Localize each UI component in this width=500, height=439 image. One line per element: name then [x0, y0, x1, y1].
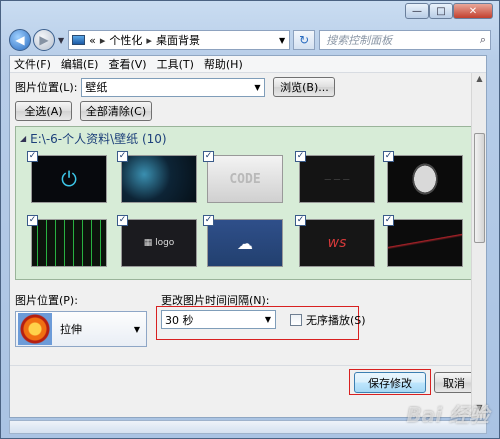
red-line-wallpaper-image [387, 219, 463, 267]
control-panel-icon [72, 35, 86, 45]
refresh-button[interactable]: ↻ [293, 30, 316, 50]
search-icon[interactable]: ⌕ [480, 33, 486, 47]
windows-logo-wallpaper-image: ▦ logo [121, 219, 197, 267]
thumbnail-checkbox[interactable]: ✓ [383, 215, 394, 226]
thumbnail-checkbox[interactable]: ✓ [203, 151, 214, 162]
location-row: 图片位置(L): 壁纸 ▼ 浏览(B)... [15, 77, 336, 97]
search-input[interactable]: 搜索控制面板 ⌕ [319, 30, 491, 50]
select-all-button[interactable]: 全选(A) [15, 101, 72, 121]
menu-help[interactable]: 帮助(H) [204, 56, 243, 72]
breadcrumb-desktop-background[interactable]: 桌面背景 [156, 32, 200, 48]
minimize-button[interactable]: — [405, 3, 429, 19]
thumbnail-checkbox[interactable]: ✓ [295, 215, 306, 226]
address-bar[interactable]: « ▸ 个性化 ▸ 桌面背景 ▼ [68, 30, 291, 50]
flower-thumbnail-icon [18, 313, 52, 345]
dialog-footer: 保存修改 取消 [10, 365, 474, 417]
location-label: 图片位置(L): [15, 81, 78, 94]
address-bar-row: ◀ ▶ ▼ « ▸ 个性化 ▸ 桌面背景 ▼ ↻ 搜索控制面板 ⌕ [9, 29, 491, 51]
address-dropdown-icon[interactable]: ▼ [279, 36, 285, 45]
path-separator-icon[interactable]: ▸ [100, 34, 106, 47]
scrollbar-thumb[interactable] [474, 133, 485, 243]
selection-row: 全选(A) 全部清除(C) [15, 101, 152, 121]
thumbnail-neon-circuit-wallpaper[interactable]: ✓ [117, 151, 201, 207]
dark-text-wallpaper-image: — — — [299, 155, 375, 203]
close-button[interactable]: ✕ [453, 3, 493, 19]
path-separator-icon[interactable]: ▸ [146, 34, 152, 47]
chevron-down-icon: ▼ [133, 324, 140, 334]
code-wallpaper-image: CODE [207, 155, 283, 203]
thumbnail-cloud-wallpaper[interactable]: ✓ ☁ [203, 215, 287, 271]
path-prefix: « [89, 33, 96, 47]
thumbnail-red-line-wallpaper[interactable]: ✓ [383, 215, 467, 271]
thumbnail-checkbox[interactable]: ✓ [27, 215, 38, 226]
gallery-folder-label: E:\-6-个人资料\壁纸 (10) [30, 131, 167, 146]
position-label: 图片位置(P): [15, 294, 78, 307]
title-buttons: — □ ✕ [405, 3, 493, 19]
menu-bar: 文件(F) 编辑(E) 查看(V) 工具(T) 帮助(H) [10, 56, 486, 73]
thumbnail-checkbox[interactable]: ✓ [383, 151, 394, 162]
position-label-row: 图片位置(P): [15, 292, 78, 308]
shuffle-checkbox[interactable] [290, 313, 302, 326]
thumbnail-red-logo-wallpaper[interactable]: ✓ ws [295, 215, 379, 271]
vertical-scrollbar[interactable]: ▲ ▼ [471, 73, 486, 418]
clear-all-button[interactable]: 全部清除(C) [80, 101, 152, 121]
thumbnail-checkbox[interactable]: ✓ [27, 151, 38, 162]
thumbnail-checkbox[interactable]: ✓ [117, 151, 128, 162]
watermark: Bai 经验 [406, 403, 489, 427]
thumbnail-code-wallpaper[interactable]: ✓ CODE [203, 151, 287, 207]
menu-edit[interactable]: 编辑(E) [61, 56, 99, 72]
thumbnail-dark-text-wallpaper[interactable]: ✓ — — — [295, 151, 379, 207]
breadcrumb-personalization[interactable]: 个性化 [109, 32, 142, 48]
collapse-icon[interactable]: ◢ [20, 134, 26, 143]
thumbnail-checkbox[interactable]: ✓ [117, 215, 128, 226]
thumbnail-power-icon-wallpaper[interactable]: ✓ ⏻ [27, 151, 111, 207]
browse-button[interactable]: 浏览(B)... [273, 77, 336, 97]
thumbnail-checkbox[interactable]: ✓ [203, 215, 214, 226]
menu-tools[interactable]: 工具(T) [157, 56, 194, 72]
maximize-button[interactable]: □ [429, 3, 453, 19]
cloud-wallpaper-image: ☁ [207, 219, 283, 267]
thumbnail-checkbox[interactable]: ✓ [295, 151, 306, 162]
red-logo-wallpaper-image: ws [299, 219, 375, 267]
thumbnail-windows-logo-wallpaper[interactable]: ✓ ▦ logo [117, 215, 201, 271]
recent-pages-dropdown-icon[interactable]: ▼ [58, 36, 64, 45]
matrix-wallpaper-image [31, 219, 107, 267]
chevron-down-icon: ▼ [264, 315, 272, 324]
content-panel: 文件(F) 编辑(E) 查看(V) 工具(T) 帮助(H) 图片位置(L): 壁… [9, 55, 487, 418]
wallpaper-gallery: ◢ E:\-6-个人资料\壁纸 (10) ✓ ⏻ ✓ ✓ CODE ✓ — — … [15, 126, 481, 280]
interval-select[interactable]: 30 秒 ▼ [161, 310, 276, 329]
menu-file[interactable]: 文件(F) [14, 56, 51, 72]
shuffle-label[interactable]: 无序播放(S) [306, 312, 366, 328]
gallery-header[interactable]: ◢ E:\-6-个人资料\壁纸 (10) [16, 127, 480, 149]
location-value: 壁纸 [85, 81, 108, 94]
position-select[interactable]: 拉伸 ▼ [15, 311, 147, 347]
thumbnail-matrix-wallpaper[interactable]: ✓ [27, 215, 111, 271]
mask-wallpaper-image [387, 155, 463, 203]
interval-row: 30 秒 ▼ 无序播放(S) [161, 310, 366, 329]
cancel-button[interactable]: 取消 [434, 372, 474, 393]
power-icon-wallpaper-image: ⏻ [31, 155, 107, 203]
thumbnail-mask-wallpaper[interactable]: ✓ [383, 151, 467, 207]
chevron-down-icon: ▼ [254, 82, 261, 92]
save-changes-button[interactable]: 保存修改 [354, 372, 426, 393]
interval-value: 30 秒 [165, 313, 194, 327]
scroll-up-icon[interactable]: ▲ [473, 74, 486, 88]
neon-circuit-wallpaper-image [121, 155, 197, 203]
search-placeholder: 搜索控制面板 [326, 34, 393, 47]
position-value: 拉伸 [60, 323, 82, 336]
menu-view[interactable]: 查看(V) [108, 56, 146, 72]
back-button[interactable]: ◀ [9, 29, 31, 51]
location-select[interactable]: 壁纸 ▼ [81, 77, 266, 97]
desktop-background-window: — □ ✕ ◀ ▶ ▼ « ▸ 个性化 ▸ 桌面背景 ▼ ↻ 搜索控制面板 ⌕ … [0, 0, 500, 439]
forward-button[interactable]: ▶ [33, 29, 55, 51]
